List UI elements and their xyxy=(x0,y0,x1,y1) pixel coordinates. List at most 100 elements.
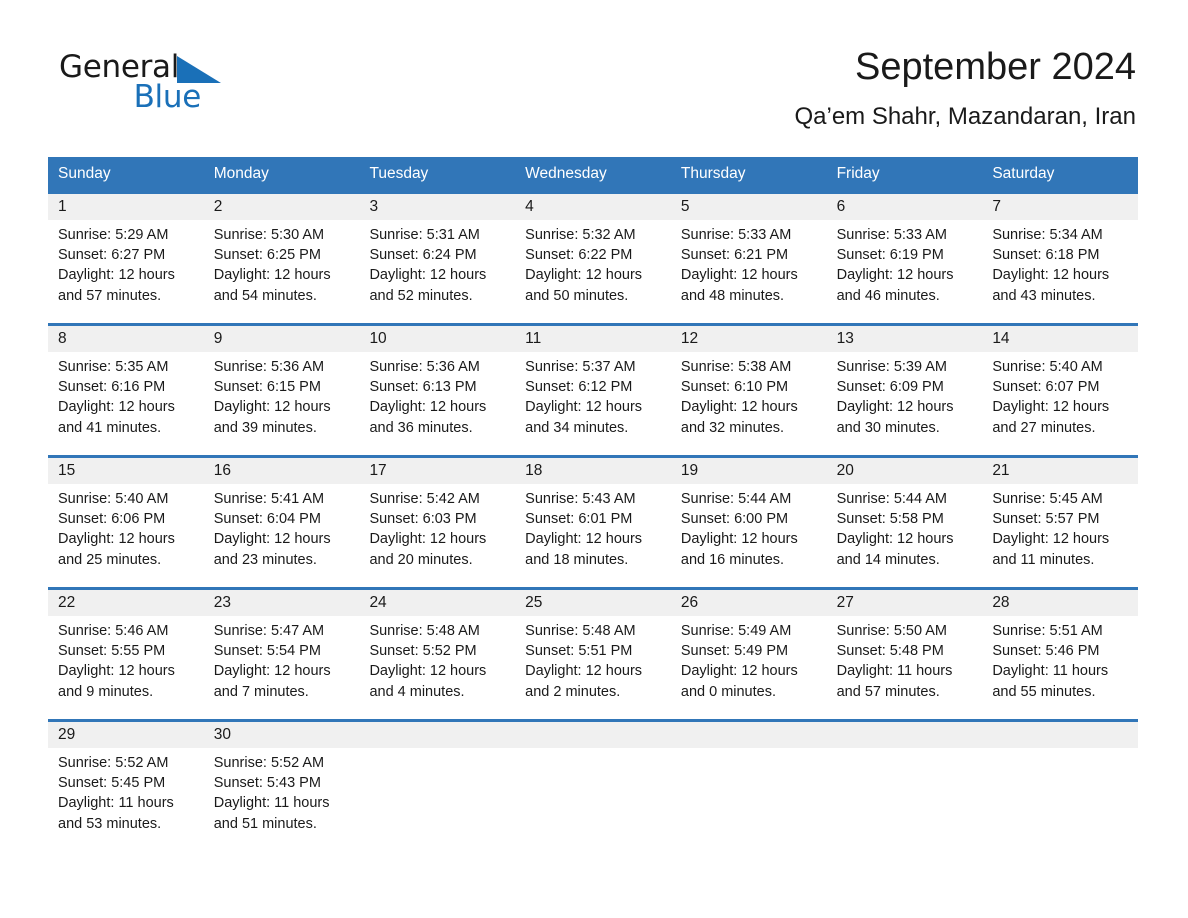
day-number: 2 xyxy=(213,198,223,215)
day-cell[interactable]: 12 Sunrise: 5:38 AM Sunset: 6:10 PM Dayl… xyxy=(671,326,827,455)
day-cell[interactable]: 26 Sunrise: 5:49 AM Sunset: 5:49 PM Dayl… xyxy=(671,590,827,719)
sunrise-text: Sunrise: 5:48 AM xyxy=(525,623,636,639)
day-number: 4 xyxy=(525,198,534,215)
daylight-text-line2: and 39 minutes. xyxy=(213,419,317,436)
daylight-text-line2: and 20 minutes. xyxy=(369,551,473,568)
weekday-header-wednesday: Wednesday xyxy=(525,165,607,182)
day-number: 9 xyxy=(213,330,223,347)
sunset-text: Sunset: 6:24 PM xyxy=(369,247,477,264)
sunrise-text: Sunrise: 5:35 AM xyxy=(58,359,169,375)
day-cell[interactable]: 16 Sunrise: 5:41 AM Sunset: 6:04 PM Dayl… xyxy=(204,458,360,587)
daylight-text-line1: Daylight: 12 hours xyxy=(213,663,331,680)
daylight-text-line1: Daylight: 12 hours xyxy=(58,399,175,416)
sunset-text: Sunset: 5:43 PM xyxy=(213,775,321,792)
daylight-text-line2: and 11 minutes. xyxy=(992,551,1095,568)
daylight-text-line2: and 48 minutes. xyxy=(680,287,785,304)
day-cell[interactable]: 7 Sunrise: 5:34 AM Sunset: 6:18 PM Dayli… xyxy=(982,194,1138,323)
day-details: Sunrise: 5:45 AM Sunset: 5:57 PM Dayligh… xyxy=(992,489,1138,570)
day-number: 15 xyxy=(58,462,76,479)
daylight-text-line1: Daylight: 12 hours xyxy=(525,399,643,416)
day-cell[interactable]: 9 Sunrise: 5:36 AM Sunset: 6:15 PM Dayli… xyxy=(204,326,360,455)
day-cell[interactable]: 4 Sunrise: 5:32 AM Sunset: 6:22 PM Dayli… xyxy=(515,194,671,323)
day-cell[interactable]: 22 Sunrise: 5:46 AM Sunset: 5:55 PM Dayl… xyxy=(48,590,204,719)
day-cell[interactable]: 18 Sunrise: 5:43 AM Sunset: 6:01 PM Dayl… xyxy=(515,458,671,587)
day-cell[interactable]: 29 Sunrise: 5:52 AM Sunset: 5:45 PM Dayl… xyxy=(48,722,204,839)
sunset-text: Sunset: 6:12 PM xyxy=(525,379,633,396)
day-cell[interactable]: 28 Sunrise: 5:51 AM Sunset: 5:46 PM Dayl… xyxy=(982,590,1138,719)
calendar-table: Sunday Monday Tuesday Wednesday Thursday… xyxy=(48,157,1138,839)
day-number: 22 xyxy=(58,594,76,611)
sunrise-text: Sunrise: 5:47 AM xyxy=(213,623,325,639)
day-cell[interactable]: 27 Sunrise: 5:50 AM Sunset: 5:48 PM Dayl… xyxy=(827,590,983,719)
sunset-text: Sunset: 6:15 PM xyxy=(213,379,321,396)
sunset-text: Sunset: 6:27 PM xyxy=(58,247,166,264)
sunset-text: Sunset: 5:51 PM xyxy=(525,643,633,660)
sunset-text: Sunset: 6:03 PM xyxy=(369,511,477,528)
daylight-text-line2: and 32 minutes. xyxy=(680,419,785,436)
sunrise-text: Sunrise: 5:34 AM xyxy=(992,227,1103,243)
day-cell[interactable]: 10 Sunrise: 5:36 AM Sunset: 6:13 PM Dayl… xyxy=(359,326,515,455)
sunrise-text: Sunrise: 5:33 AM xyxy=(680,227,792,243)
day-cell[interactable]: 21 Sunrise: 5:45 AM Sunset: 5:57 PM Dayl… xyxy=(982,458,1138,587)
day-cell[interactable]: 11 Sunrise: 5:37 AM Sunset: 6:12 PM Dayl… xyxy=(515,326,671,455)
page-header: General Blue September 2024 Qa’em Shahr,… xyxy=(0,0,1188,130)
weekday-header-thursday: Thursday xyxy=(680,165,746,182)
day-cell[interactable]: 6 Sunrise: 5:33 AM Sunset: 6:19 PM Dayli… xyxy=(827,194,983,323)
day-details: Sunrise: 5:48 AM Sunset: 5:51 PM Dayligh… xyxy=(525,621,671,702)
day-cell[interactable]: 2 Sunrise: 5:30 AM Sunset: 6:25 PM Dayli… xyxy=(204,194,360,323)
day-cell[interactable]: 3 Sunrise: 5:31 AM Sunset: 6:24 PM Dayli… xyxy=(359,194,515,323)
day-cell[interactable]: 25 Sunrise: 5:48 AM Sunset: 5:51 PM Dayl… xyxy=(515,590,671,719)
day-cell[interactable]: 1 Sunrise: 5:29 AM Sunset: 6:27 PM Dayli… xyxy=(48,194,204,323)
daylight-text-line1: Daylight: 12 hours xyxy=(369,663,487,680)
week-row: 8 Sunrise: 5:35 AM Sunset: 6:16 PM Dayli… xyxy=(48,323,1138,455)
day-cell[interactable]: 13 Sunrise: 5:39 AM Sunset: 6:09 PM Dayl… xyxy=(827,326,983,455)
day-details: Sunrise: 5:46 AM Sunset: 5:55 PM Dayligh… xyxy=(58,621,204,702)
day-cell[interactable]: 20 Sunrise: 5:44 AM Sunset: 5:58 PM Dayl… xyxy=(827,458,983,587)
day-cell[interactable]: 8 Sunrise: 5:35 AM Sunset: 6:16 PM Dayli… xyxy=(48,326,204,455)
day-cell[interactable]: 19 Sunrise: 5:44 AM Sunset: 6:00 PM Dayl… xyxy=(671,458,827,587)
day-details: Sunrise: 5:32 AM Sunset: 6:22 PM Dayligh… xyxy=(525,225,671,306)
day-cell[interactable]: 30 Sunrise: 5:52 AM Sunset: 5:43 PM Dayl… xyxy=(204,722,360,839)
day-details: Sunrise: 5:37 AM Sunset: 6:12 PM Dayligh… xyxy=(525,357,671,438)
day-details: Sunrise: 5:44 AM Sunset: 5:58 PM Dayligh… xyxy=(837,489,983,570)
sunrise-text: Sunrise: 5:51 AM xyxy=(992,623,1103,639)
sunset-text: Sunset: 5:57 PM xyxy=(992,511,1100,528)
sunset-text: Sunset: 6:25 PM xyxy=(213,247,321,264)
day-details: Sunrise: 5:41 AM Sunset: 6:04 PM Dayligh… xyxy=(214,489,360,570)
daylight-text-line2: and 25 minutes. xyxy=(58,551,162,568)
sunset-text: Sunset: 5:49 PM xyxy=(680,643,789,660)
daylight-text-line2: and 36 minutes. xyxy=(369,419,473,436)
day-details: Sunrise: 5:33 AM Sunset: 6:21 PM Dayligh… xyxy=(681,225,827,306)
daylight-text-line1: Daylight: 12 hours xyxy=(369,399,487,416)
sunset-text: Sunset: 6:07 PM xyxy=(992,379,1100,396)
sunrise-text: Sunrise: 5:41 AM xyxy=(213,491,325,507)
day-cell[interactable]: 23 Sunrise: 5:47 AM Sunset: 5:54 PM Dayl… xyxy=(204,590,360,719)
day-cell[interactable]: 24 Sunrise: 5:48 AM Sunset: 5:52 PM Dayl… xyxy=(359,590,515,719)
sunset-text: Sunset: 6:21 PM xyxy=(680,247,789,264)
sunset-text: Sunset: 5:55 PM xyxy=(58,643,166,660)
day-cell[interactable]: 5 Sunrise: 5:33 AM Sunset: 6:21 PM Dayli… xyxy=(671,194,827,323)
daylight-text-line1: Daylight: 12 hours xyxy=(369,531,487,548)
sunrise-text: Sunrise: 5:32 AM xyxy=(525,227,636,243)
sunrise-text: Sunrise: 5:37 AM xyxy=(525,359,636,375)
day-cell[interactable]: 15 Sunrise: 5:40 AM Sunset: 6:06 PM Dayl… xyxy=(48,458,204,587)
day-number: 8 xyxy=(58,330,67,347)
sunset-text: Sunset: 6:00 PM xyxy=(680,511,789,528)
day-details: Sunrise: 5:51 AM Sunset: 5:46 PM Dayligh… xyxy=(992,621,1138,702)
day-number: 12 xyxy=(680,330,699,347)
day-number: 18 xyxy=(525,462,543,479)
daylight-text-line1: Daylight: 12 hours xyxy=(525,663,643,680)
daylight-text-line1: Daylight: 12 hours xyxy=(58,531,175,548)
daylight-text-line2: and 51 minutes. xyxy=(213,815,317,832)
sunrise-text: Sunrise: 5:36 AM xyxy=(369,359,480,375)
daylight-text-line2: and 23 minutes. xyxy=(213,551,317,568)
daylight-text-line2: and 14 minutes. xyxy=(836,551,940,568)
generalblue-logo[interactable]: General Blue xyxy=(59,50,222,114)
daylight-text-line2: and 53 minutes. xyxy=(58,815,162,832)
week-row: 29 Sunrise: 5:52 AM Sunset: 5:45 PM Dayl… xyxy=(48,719,1138,839)
weekday-header-saturday: Saturday xyxy=(992,165,1055,182)
day-number: 17 xyxy=(369,462,387,479)
day-cell[interactable]: 14 Sunrise: 5:40 AM Sunset: 6:07 PM Dayl… xyxy=(982,326,1138,455)
day-cell[interactable]: 17 Sunrise: 5:42 AM Sunset: 6:03 PM Dayl… xyxy=(359,458,515,587)
day-details: Sunrise: 5:39 AM Sunset: 6:09 PM Dayligh… xyxy=(837,357,983,438)
